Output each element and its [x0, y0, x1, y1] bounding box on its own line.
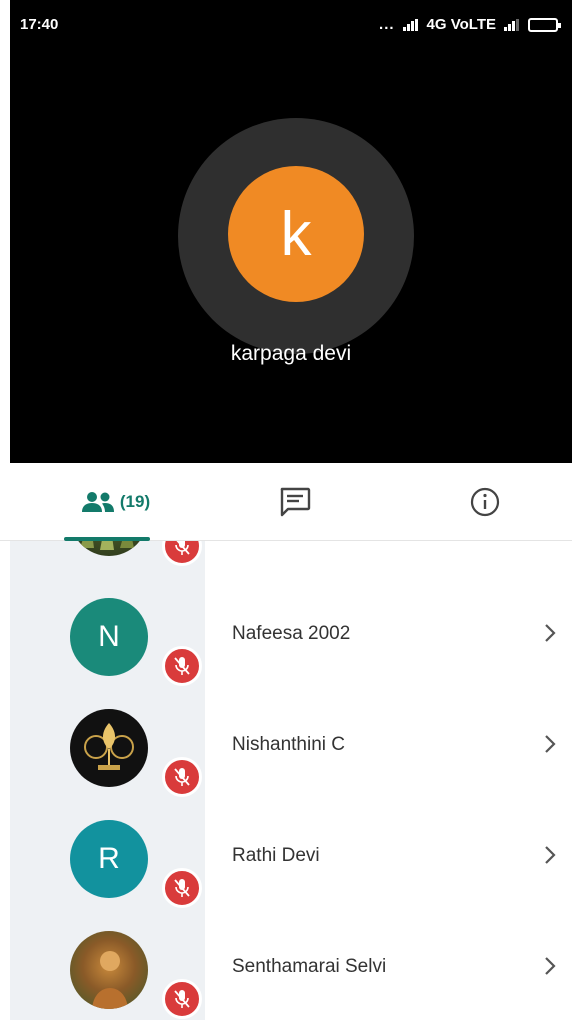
notification-dots: ... — [379, 16, 395, 33]
info-icon — [470, 487, 500, 517]
participant-name: Nishanthini C — [232, 734, 345, 755]
status-indicators: ... 4G VoLTE — [379, 16, 561, 33]
status-time: 17:40 — [20, 16, 59, 33]
main-speaker-video[interactable]: 17:40 ... 4G VoLTE k karpaga devi — [10, 0, 572, 463]
mute-badge — [162, 979, 202, 1019]
participant-list[interactable]: N Nafeesa 2002 Nishanthini C R Rathi Dev… — [0, 541, 572, 1020]
speaker-ring: k — [178, 118, 414, 354]
participant-avatar — [70, 541, 148, 556]
tab-info[interactable] — [410, 463, 560, 541]
participant-avatar — [70, 709, 148, 787]
participant-name: Senthamarai Selvi — [232, 956, 387, 977]
mic-off-icon — [175, 541, 190, 555]
signal-icon — [402, 18, 419, 31]
participant-avatar — [70, 931, 148, 1009]
speaker-avatar: k — [228, 166, 364, 302]
participant-avatar: N — [70, 598, 148, 676]
participant-row[interactable]: Nishanthini C — [0, 691, 572, 802]
tab-bar: (19) — [0, 463, 572, 541]
chevron-right-icon[interactable] — [540, 620, 560, 646]
people-icon — [81, 492, 114, 512]
tab-people[interactable]: (19) — [40, 463, 190, 541]
chevron-right-icon[interactable] — [540, 953, 560, 979]
participant-row[interactable]: R Rathi Devi — [0, 802, 572, 913]
signal-icon-2 — [504, 18, 520, 31]
status-bar: 17:40 ... 4G VoLTE — [10, 0, 572, 52]
portrait-photo-icon — [92, 951, 128, 1009]
people-count: (19) — [119, 492, 151, 511]
mic-off-icon — [174, 768, 190, 786]
mic-off-icon — [174, 879, 190, 897]
mic-off-icon — [174, 990, 190, 1008]
participant-name: Nafeesa 2002 — [232, 623, 351, 644]
speaker-name: karpaga devi — [230, 342, 352, 365]
battery-icon — [528, 17, 561, 32]
chevron-right-icon[interactable] — [540, 731, 560, 757]
tab-chat[interactable] — [220, 463, 370, 541]
participant-row[interactable]: N Nafeesa 2002 — [0, 580, 572, 691]
participant-avatar: R — [70, 820, 148, 898]
network-label: 4G VoLTE — [426, 16, 496, 33]
mute-badge — [162, 541, 202, 566]
foliage-photo-icon — [80, 541, 134, 550]
mute-badge — [162, 868, 202, 908]
mute-badge — [162, 757, 202, 797]
participant-name: Rathi Devi — [232, 845, 320, 866]
chat-icon — [280, 487, 311, 517]
mute-badge — [162, 646, 202, 686]
participant-row[interactable] — [0, 541, 572, 571]
emblem-avatar-icon — [84, 723, 134, 770]
chevron-right-icon[interactable] — [540, 842, 560, 868]
mic-off-icon — [174, 657, 190, 675]
participant-row[interactable]: Senthamarai Selvi — [0, 913, 572, 1020]
